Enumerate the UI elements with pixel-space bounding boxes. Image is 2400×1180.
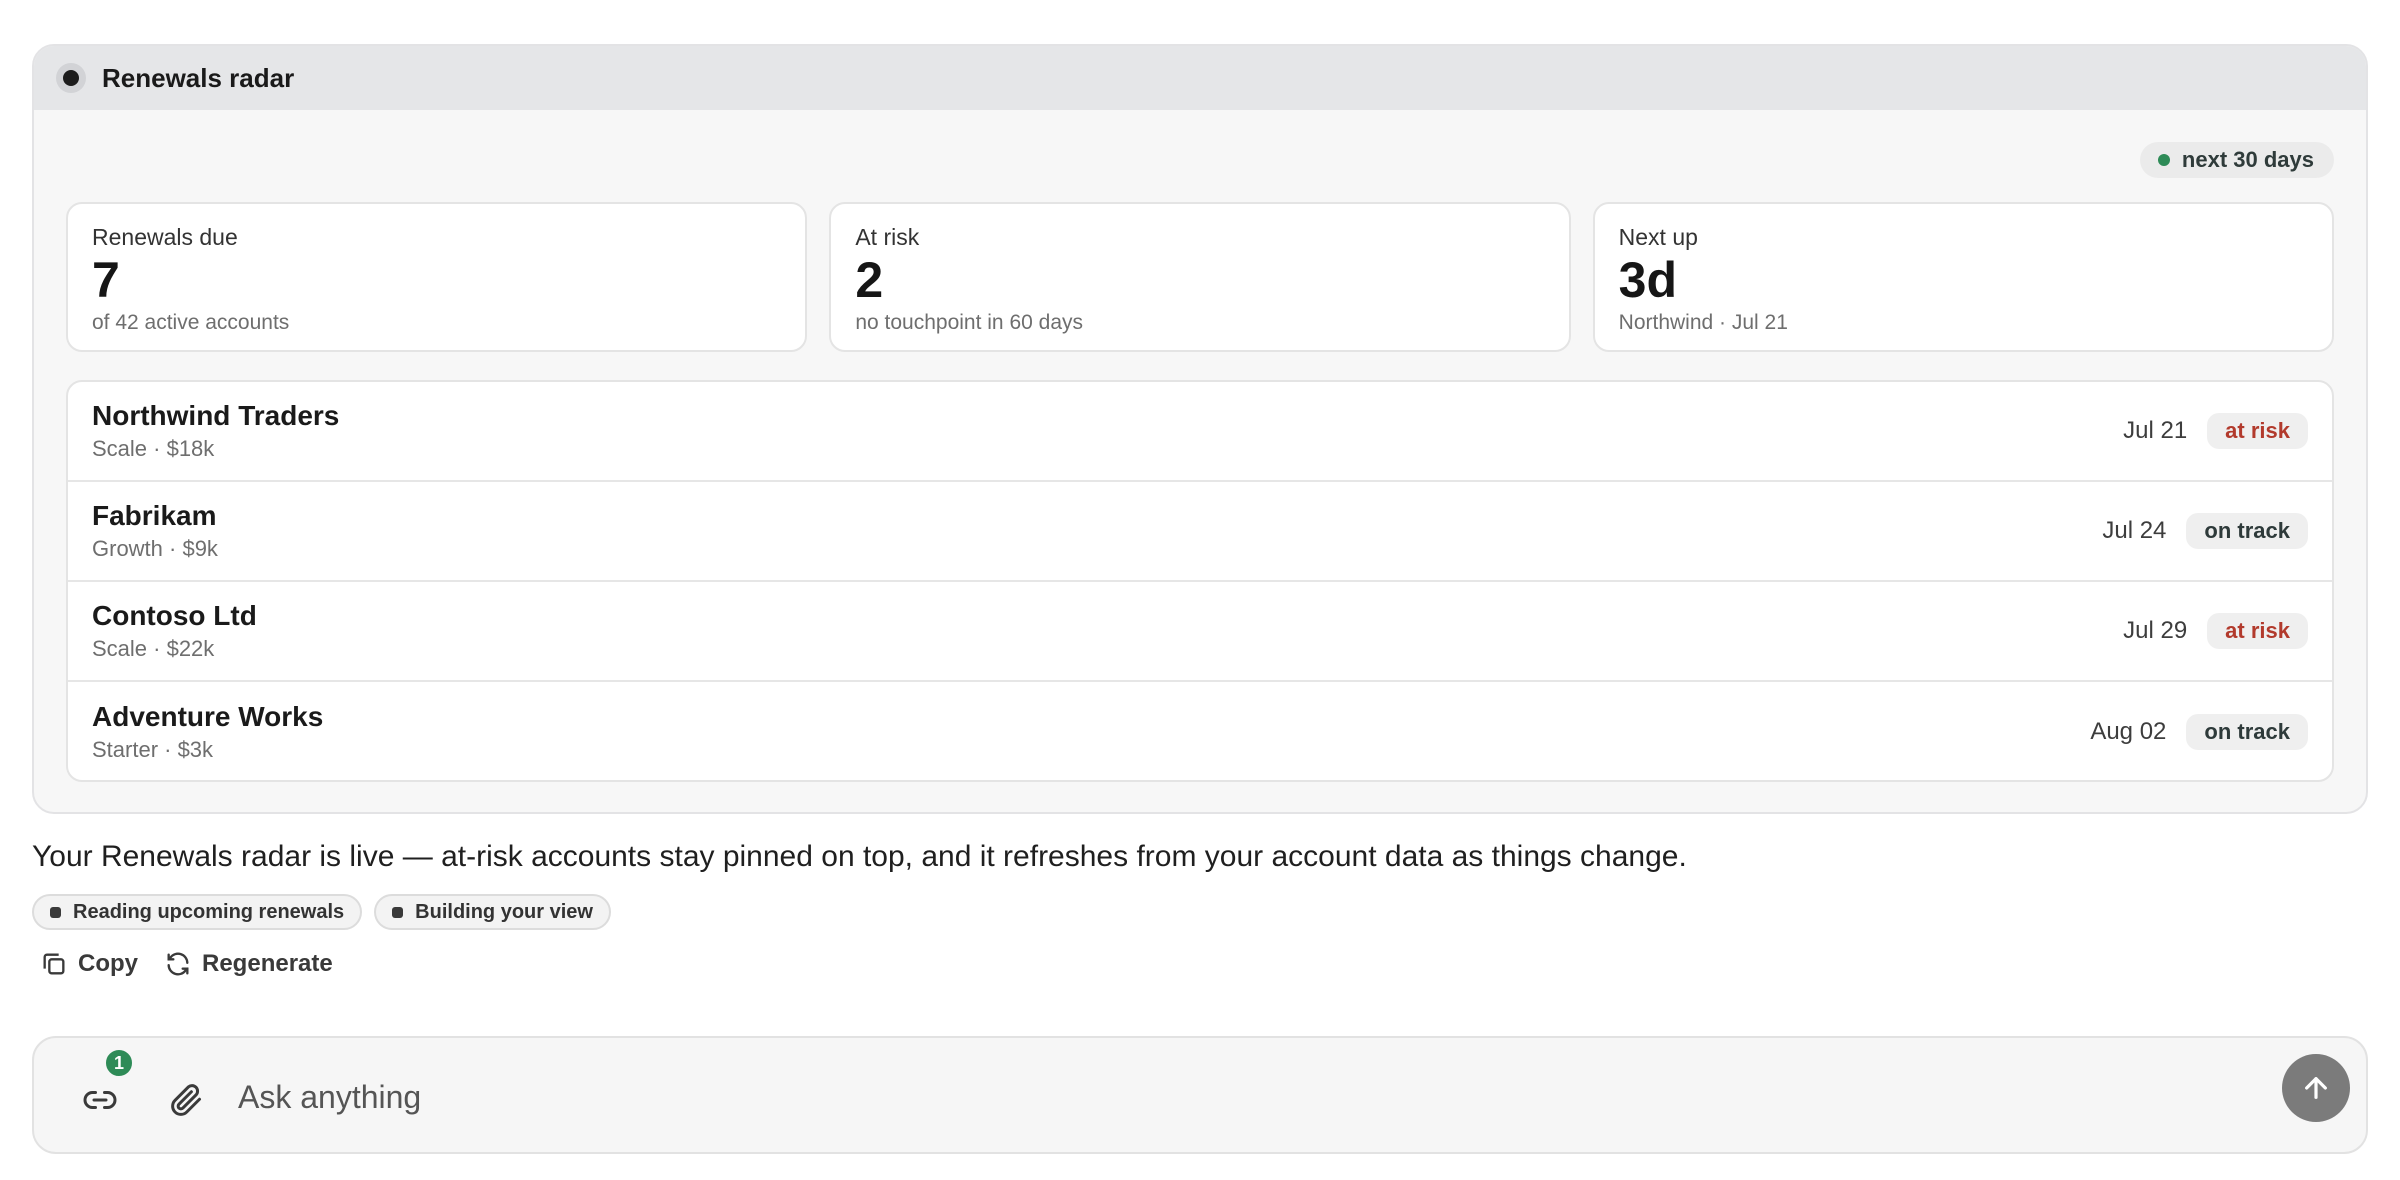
- step-icon: [50, 906, 61, 918]
- copy-button[interactable]: Copy: [40, 950, 138, 978]
- assistant-message: Your Renewals radar is live — at-risk ac…: [32, 840, 1687, 873]
- renewal-date: Jul 21: [2123, 417, 2188, 444]
- stat-next-up: Next up 3d Northwind · Jul 21: [1592, 202, 2334, 352]
- renewals-radar-widget: Renewals radar next 30 days Renewals due…: [32, 44, 2368, 814]
- regenerate-label: Regenerate: [202, 950, 333, 977]
- renewal-date: Aug 02: [2090, 718, 2167, 745]
- account-meta: Growth · $9k: [92, 536, 218, 561]
- arrow-up-icon: [2305, 1077, 2327, 1099]
- list-item[interactable]: Contoso Ltd Scale · $22k Jul 29 at risk: [68, 582, 2332, 682]
- stat-label: Next up: [1618, 224, 1698, 250]
- refresh-icon: [167, 952, 189, 976]
- step-chips: Reading upcoming renewals Building your …: [32, 894, 611, 930]
- account-name: Contoso Ltd: [92, 600, 257, 631]
- status-badge: on track: [2186, 513, 2308, 549]
- send-button[interactable]: [2282, 1054, 2350, 1122]
- stat-sub: Northwind · Jul 21: [1618, 311, 1788, 334]
- attach-button[interactable]: [162, 1076, 210, 1124]
- widget-header: Renewals radar: [34, 46, 2366, 110]
- widget-title: Renewals radar: [102, 62, 295, 93]
- link-icon: [83, 1091, 117, 1109]
- copy-icon: [43, 953, 65, 975]
- list-item[interactable]: Adventure Works Starter · $3k Aug 02 on …: [68, 682, 2332, 780]
- stat-at-risk: At risk 2 no touchpoint in 60 days: [829, 202, 1571, 352]
- stat-label: At risk: [855, 224, 920, 250]
- account-name: Northwind Traders: [92, 400, 340, 431]
- account-name: Fabrikam: [92, 500, 217, 531]
- stat-label: Renewals due: [92, 224, 238, 250]
- stat-value: 3d: [1618, 252, 1678, 308]
- widget-status-icon: [56, 63, 86, 93]
- regenerate-button[interactable]: Regenerate: [164, 950, 333, 978]
- list-item[interactable]: Northwind Traders Scale · $18k Jul 21 at…: [68, 382, 2332, 482]
- account-name: Adventure Works: [92, 701, 324, 732]
- renewal-date: Jul 24: [2102, 517, 2167, 544]
- stat-value: 7: [92, 252, 120, 308]
- step-icon: [392, 906, 404, 918]
- list-item[interactable]: Fabrikam Growth · $9k Jul 24 on track: [68, 482, 2332, 582]
- live-dot-icon: [2157, 154, 2170, 166]
- stat-sub: of 42 active accounts: [92, 311, 290, 334]
- message-input[interactable]: [238, 1068, 2138, 1126]
- copy-label: Copy: [78, 950, 138, 977]
- link-button[interactable]: [76, 1076, 124, 1124]
- status-badge: at risk: [2207, 613, 2308, 649]
- paperclip-icon: [171, 1084, 201, 1116]
- step-label: Reading upcoming renewals: [73, 900, 345, 923]
- renewal-date: Jul 29: [2123, 617, 2188, 644]
- status-badge: at risk: [2207, 413, 2308, 449]
- stat-sub: no touchpoint in 60 days: [855, 311, 1083, 334]
- account-meta: Starter · $3k: [92, 737, 214, 762]
- step-chip: Building your view: [374, 894, 611, 930]
- composer: 1: [32, 1036, 2368, 1154]
- link-count-badge: 1: [104, 1048, 134, 1078]
- stat-renewals-due: Renewals due 7 of 42 active accounts: [66, 202, 808, 352]
- range-pill: next 30 days: [2139, 142, 2334, 178]
- step-label: Building your view: [415, 900, 593, 923]
- range-label: next 30 days: [2181, 147, 2314, 172]
- account-meta: Scale · $18k: [92, 436, 215, 461]
- stats-row: Renewals due 7 of 42 active accounts At …: [66, 202, 2334, 352]
- step-chip: Reading upcoming renewals: [32, 894, 363, 930]
- message-actions: Copy Regenerate: [40, 950, 333, 978]
- account-meta: Scale · $22k: [92, 636, 215, 661]
- status-badge: on track: [2186, 714, 2308, 750]
- stat-value: 2: [855, 252, 884, 308]
- renewals-list: Northwind Traders Scale · $18k Jul 21 at…: [66, 380, 2334, 782]
